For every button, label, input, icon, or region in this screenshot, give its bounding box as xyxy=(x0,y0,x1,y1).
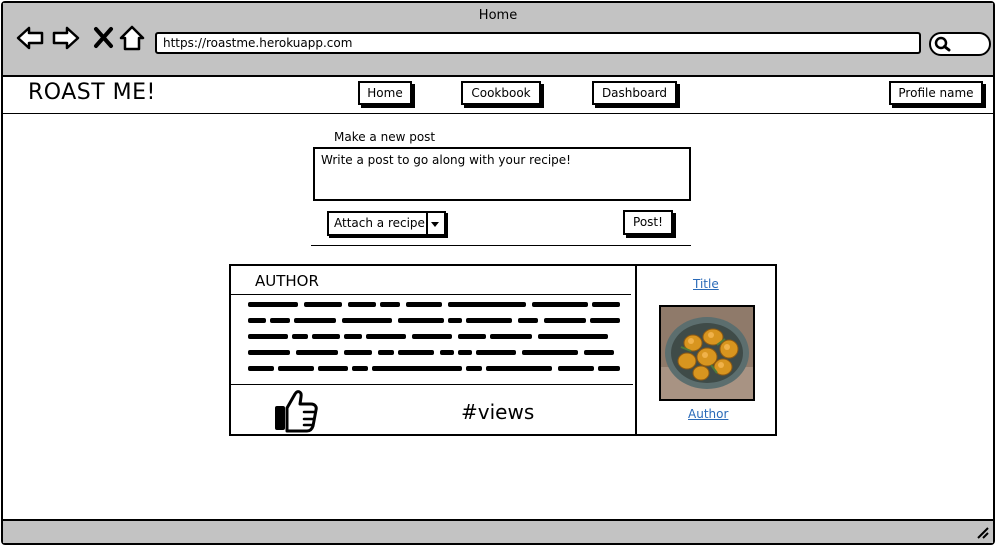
nav-cookbook-button[interactable]: Cookbook xyxy=(461,81,541,105)
attach-recipe-dropdown[interactable]: Attach a recipe xyxy=(327,211,446,236)
nav-dashboard-button[interactable]: Dashboard xyxy=(592,81,677,105)
home-icon[interactable] xyxy=(117,23,147,53)
attach-recipe-label: Attach a recipe xyxy=(334,216,425,230)
thumbs-up-icon[interactable] xyxy=(273,388,319,434)
chevron-down-icon xyxy=(431,222,439,227)
search-box[interactable] xyxy=(929,32,991,56)
status-bar xyxy=(3,519,993,543)
close-x-icon[interactable] xyxy=(89,23,119,53)
resize-grip-icon[interactable] xyxy=(975,525,989,539)
browser-chrome: Home https://roastme.herokuapp.com xyxy=(3,3,993,77)
recipe-author-link[interactable]: Author xyxy=(688,407,728,421)
recipe-title-link[interactable]: Title xyxy=(693,277,719,291)
post-textarea[interactable]: Write a post to go along with your recip… xyxy=(313,147,691,201)
search-icon xyxy=(934,36,951,52)
address-bar[interactable]: https://roastme.herokuapp.com xyxy=(155,32,921,54)
author-divider xyxy=(231,294,631,295)
window-title: Home xyxy=(478,8,518,23)
body-divider xyxy=(231,384,633,385)
dropdown-arrow xyxy=(426,213,444,234)
profile-button[interactable]: Profile name xyxy=(889,81,983,105)
back-arrow-icon[interactable] xyxy=(15,23,45,53)
food-image xyxy=(661,307,753,399)
composer-divider xyxy=(311,245,691,246)
header-divider xyxy=(3,113,993,114)
card-divider xyxy=(635,266,637,434)
recipe-photo[interactable] xyxy=(659,305,755,401)
app-logo[interactable]: ROAST ME! xyxy=(28,80,156,105)
post-body-text xyxy=(248,302,620,371)
browser-window: Home https://roastme.herokuapp.com ROAST… xyxy=(1,1,995,545)
nav-home-button[interactable]: Home xyxy=(358,81,412,105)
post-button[interactable]: Post! xyxy=(623,210,673,235)
forward-arrow-icon[interactable] xyxy=(51,23,81,53)
views-count: #views xyxy=(461,400,535,424)
new-post-heading: Make a new post xyxy=(334,130,436,144)
post-author[interactable]: AUTHOR xyxy=(255,272,319,290)
